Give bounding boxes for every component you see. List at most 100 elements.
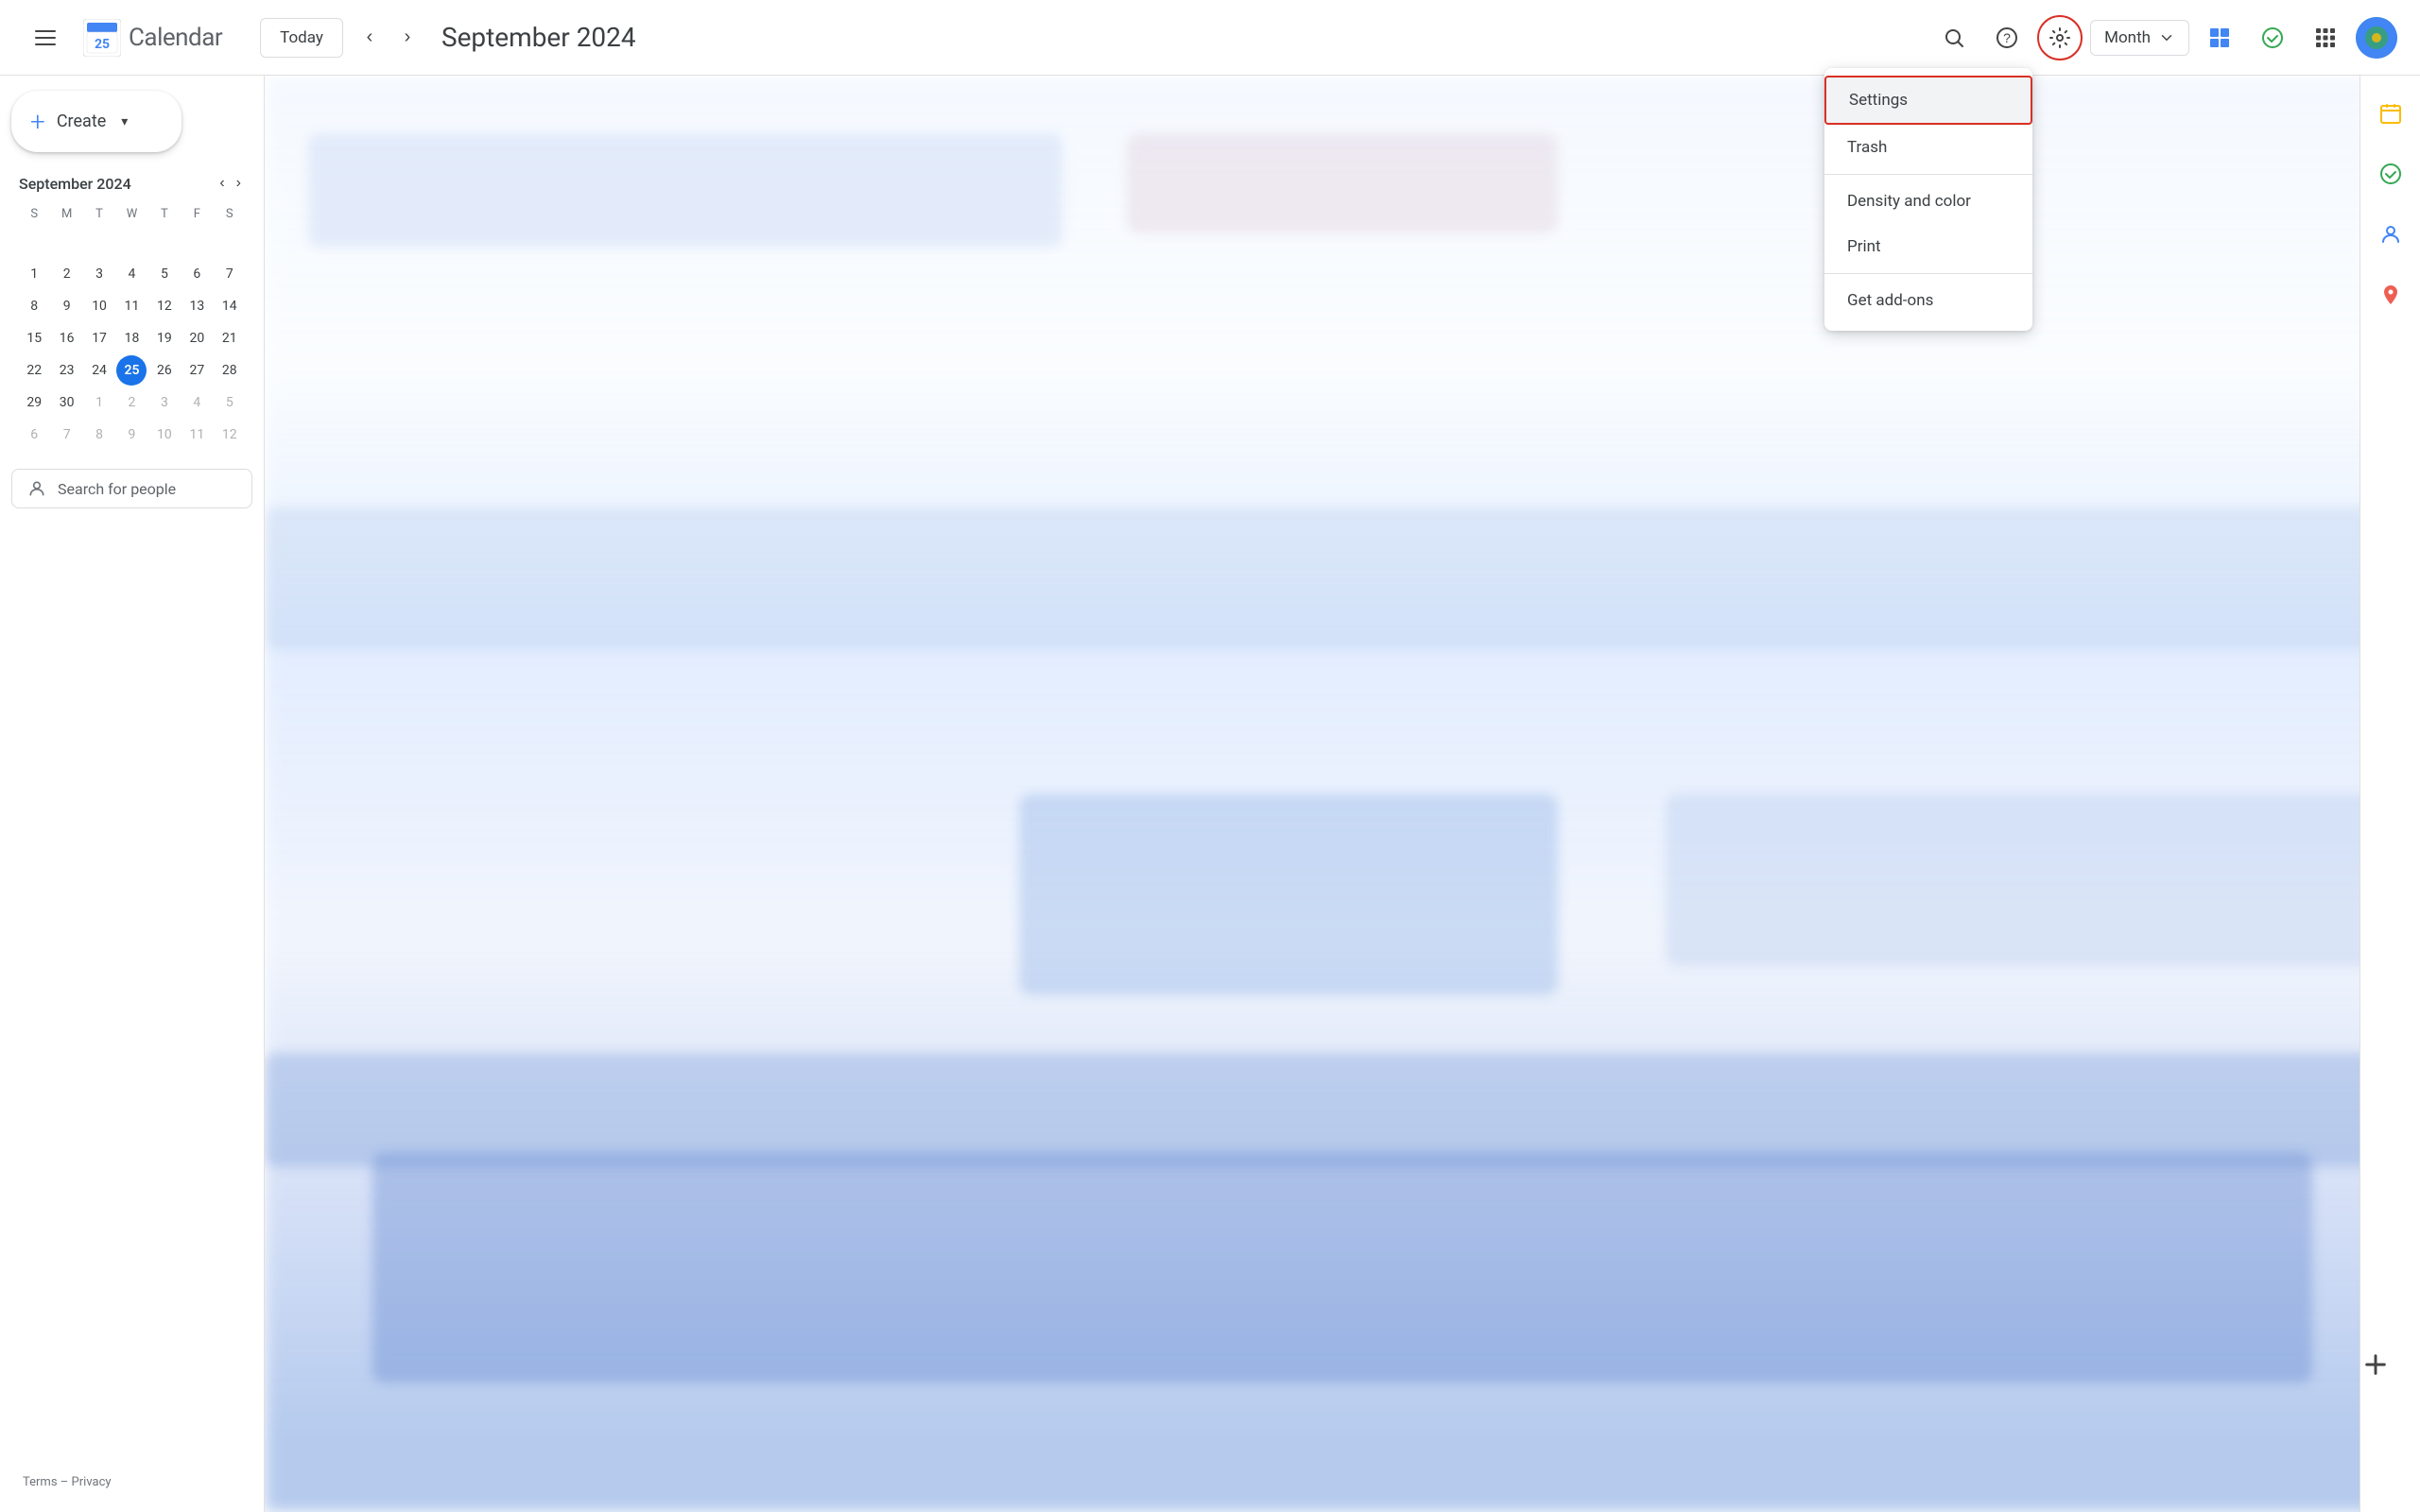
- mini-cal-day-30[interactable]: 30: [52, 387, 82, 418]
- apps-button[interactable]: [2303, 15, 2348, 60]
- mini-cal-day[interactable]: [116, 227, 147, 257]
- hamburger-button[interactable]: [23, 15, 68, 60]
- tasks-right-icon[interactable]: [2368, 151, 2413, 197]
- mini-cal-day-18[interactable]: 18: [116, 323, 147, 353]
- mini-cal-day-28[interactable]: 28: [215, 355, 245, 386]
- search-people-label: Search for people: [58, 480, 176, 498]
- mini-cal-header: September 2024 ‹ ›: [19, 171, 245, 196]
- search-button[interactable]: [1931, 15, 1977, 60]
- calendar-right-icon[interactable]: [2368, 91, 2413, 136]
- search-icon: [1943, 26, 1965, 49]
- mini-cal-day[interactable]: [215, 227, 245, 257]
- mini-cal-day[interactable]: [182, 227, 212, 257]
- mini-cal-day-27[interactable]: 27: [182, 355, 212, 386]
- mini-cal-day-9[interactable]: 9: [52, 291, 82, 321]
- dropdown-trash-item[interactable]: Trash: [1824, 125, 2032, 170]
- mini-cal-day-26[interactable]: 26: [149, 355, 180, 386]
- dropdown-settings-item[interactable]: Settings: [1824, 76, 2032, 125]
- user-avatar[interactable]: [2356, 17, 2397, 59]
- calendar-area: [265, 76, 2420, 1512]
- maps-right-icon[interactable]: [2368, 272, 2413, 318]
- settings-icon: [2048, 26, 2071, 49]
- mini-cal-day-7[interactable]: 7: [215, 259, 245, 289]
- people-icon: [2379, 223, 2402, 246]
- calendar-icon: [2379, 102, 2402, 125]
- mini-cal-day-24[interactable]: 24: [84, 355, 114, 386]
- topbar: 25 Calendar Today ‹ › September 2024 ?: [0, 0, 2420, 76]
- mini-cal-prev[interactable]: ‹: [216, 171, 228, 196]
- mini-cal-day-2[interactable]: 2: [52, 259, 82, 289]
- people-right-icon[interactable]: [2368, 212, 2413, 257]
- mini-cal-day-4[interactable]: 4: [116, 259, 147, 289]
- mini-cal-day[interactable]: [149, 227, 180, 257]
- mini-cal-day-oct2[interactable]: 2: [116, 387, 147, 418]
- mini-cal-day-3[interactable]: 3: [84, 259, 114, 289]
- create-label: Create: [57, 112, 106, 131]
- mini-cal-day-13[interactable]: 13: [182, 291, 212, 321]
- right-panel: [2360, 76, 2420, 1512]
- mini-cal-day-23[interactable]: 23: [52, 355, 82, 386]
- add-fab-button[interactable]: [2357, 1346, 2394, 1383]
- mini-cal-day[interactable]: [52, 227, 82, 257]
- mini-cal-day-6[interactable]: 6: [182, 259, 212, 289]
- mini-cal-day-25[interactable]: 25: [116, 355, 147, 386]
- mini-cal-day-21[interactable]: 21: [215, 323, 245, 353]
- mini-cal-header-m: M: [51, 203, 81, 225]
- mini-cal-day-oct3[interactable]: 3: [149, 387, 180, 418]
- month-label: Month: [2104, 28, 2151, 47]
- mini-cal-day-oct1[interactable]: 1: [84, 387, 114, 418]
- avatar-image: [2356, 17, 2397, 59]
- dropdown-print-item[interactable]: Print: [1824, 224, 2032, 269]
- mini-cal-day-oct9[interactable]: 9: [116, 420, 147, 450]
- privacy-link[interactable]: Privacy: [72, 1475, 112, 1489]
- mini-cal-day-oct7[interactable]: 7: [52, 420, 82, 450]
- prev-month-button[interactable]: ‹: [351, 19, 389, 57]
- next-month-button[interactable]: ›: [389, 19, 426, 57]
- dropdown-addons-item[interactable]: Get add-ons: [1824, 278, 2032, 323]
- mini-cal-day-29[interactable]: 29: [19, 387, 49, 418]
- mini-cal-day-8[interactable]: 8: [19, 291, 49, 321]
- mini-cal-day-22[interactable]: 22: [19, 355, 49, 386]
- mini-cal-day-oct5[interactable]: 5: [215, 387, 245, 418]
- create-button[interactable]: + Create ▾: [11, 91, 182, 152]
- help-button[interactable]: ?: [1984, 15, 2030, 60]
- mini-calendar: September 2024 ‹ › S M T W T F S: [11, 167, 252, 454]
- dropdown-density-color-item[interactable]: Density and color: [1824, 179, 2032, 224]
- mini-cal-day-oct4[interactable]: 4: [182, 387, 212, 418]
- plus-icon: [2362, 1351, 2389, 1378]
- view-toggle-button[interactable]: [2197, 15, 2242, 60]
- mini-cal-day-14[interactable]: 14: [215, 291, 245, 321]
- search-people-input[interactable]: Search for people: [11, 469, 252, 508]
- mini-cal-day-15[interactable]: 15: [19, 323, 49, 353]
- mini-cal-day-oct11[interactable]: 11: [182, 420, 212, 450]
- sidebar: + Create ▾ September 2024 ‹ › S M T W T …: [0, 76, 265, 1512]
- terms-privacy-separator: –: [60, 1475, 69, 1489]
- today-button[interactable]: Today: [260, 18, 343, 58]
- help-icon: ?: [1996, 26, 2018, 49]
- mini-cal-day-oct10[interactable]: 10: [149, 420, 180, 450]
- mini-cal-day-11[interactable]: 11: [116, 291, 147, 321]
- dropdown-divider: [1824, 174, 2032, 175]
- person-icon: [27, 479, 46, 498]
- settings-button[interactable]: [2037, 15, 2083, 60]
- mini-cal-day[interactable]: [84, 227, 114, 257]
- topbar-right: ? Month: [1931, 15, 2397, 60]
- mini-cal-day-19[interactable]: 19: [149, 323, 180, 353]
- terms-link[interactable]: Terms: [23, 1475, 58, 1489]
- mini-cal-day-16[interactable]: 16: [52, 323, 82, 353]
- mini-cal-day-oct6[interactable]: 6: [19, 420, 49, 450]
- mini-cal-grid: S M T W T F S 1 2 3 4 5 6: [19, 203, 245, 450]
- mini-cal-day-10[interactable]: 10: [84, 291, 114, 321]
- month-selector[interactable]: Month: [2090, 20, 2189, 56]
- mini-cal-day-12[interactable]: 12: [149, 291, 180, 321]
- mini-cal-day-1[interactable]: 1: [19, 259, 49, 289]
- mini-cal-day-17[interactable]: 17: [84, 323, 114, 353]
- mini-cal-next[interactable]: ›: [233, 171, 245, 196]
- mini-cal-day-oct8[interactable]: 8: [84, 420, 114, 450]
- mini-cal-day-oct12[interactable]: 12: [215, 420, 245, 450]
- mini-cal-day-20[interactable]: 20: [182, 323, 212, 353]
- mini-cal-day-5[interactable]: 5: [149, 259, 180, 289]
- apps-icon: [2314, 26, 2337, 49]
- tasks-button[interactable]: [2250, 15, 2295, 60]
- mini-cal-day[interactable]: [19, 227, 49, 257]
